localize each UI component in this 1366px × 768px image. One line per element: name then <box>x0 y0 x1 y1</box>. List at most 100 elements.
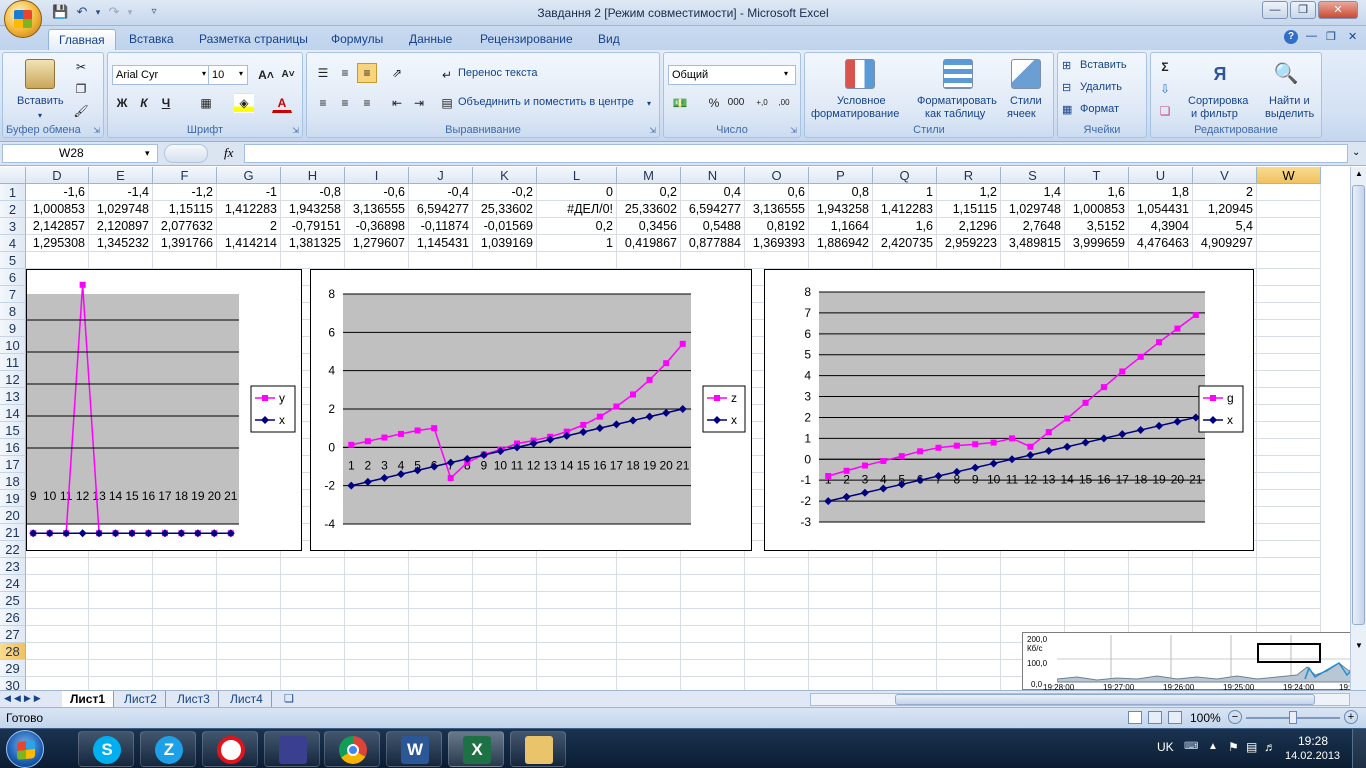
volume-icon[interactable]: ♬ <box>1264 740 1276 754</box>
cell-q23[interactable] <box>873 558 937 575</box>
cell-j23[interactable] <box>409 558 473 575</box>
cell-e5[interactable] <box>89 252 153 269</box>
cell-m5[interactable] <box>617 252 681 269</box>
cell-j3[interactable]: -0,11874 <box>409 218 473 235</box>
cell-f1[interactable]: -1,2 <box>153 184 217 201</box>
clock-date[interactable]: 14.02.2013 <box>1285 750 1340 762</box>
cell-d23[interactable] <box>26 558 89 575</box>
tab-data[interactable]: Данные <box>399 29 462 50</box>
row-header-6[interactable]: 6 <box>0 269 26 286</box>
cell-i1[interactable]: -0,6 <box>345 184 409 201</box>
cell-o26[interactable] <box>745 609 809 626</box>
cell-m29[interactable] <box>617 660 681 677</box>
cell-o4[interactable]: 1,369393 <box>745 235 809 252</box>
cell-v4[interactable]: 4,909297 <box>1193 235 1257 252</box>
cell-k1[interactable]: -0,2 <box>473 184 537 201</box>
cell-h1[interactable]: -0,8 <box>281 184 345 201</box>
keyboard-icon[interactable]: ⌨ <box>1184 741 1198 752</box>
row-header-13[interactable]: 13 <box>0 388 26 405</box>
cell-g24[interactable] <box>217 575 281 592</box>
cell-i24[interactable] <box>345 575 409 592</box>
cell-h27[interactable] <box>281 626 345 643</box>
cell-p25[interactable] <box>809 592 873 609</box>
column-header-o[interactable]: O <box>745 167 809 184</box>
tab-insert[interactable]: Вставка <box>119 29 184 50</box>
cell-s1[interactable]: 1,4 <box>1001 184 1065 201</box>
column-header-v[interactable]: V <box>1193 167 1257 184</box>
chart-y-x[interactable]: 9 10 11 12 13 14 15 16 17 18 19 20 21 y x <box>25 269 302 551</box>
cell-d5[interactable] <box>26 252 89 269</box>
cell-p1[interactable]: 0,8 <box>809 184 873 201</box>
cell-h5[interactable] <box>281 252 345 269</box>
zona-app[interactable]: Z <box>140 731 196 767</box>
cell-t26[interactable] <box>1065 609 1129 626</box>
increase-decimal-icon[interactable]: +,0 <box>752 93 772 113</box>
column-header-t[interactable]: T <box>1065 167 1129 184</box>
cell-j25[interactable] <box>409 592 473 609</box>
cell-e2[interactable]: 1,029748 <box>89 201 153 218</box>
cell-k23[interactable] <box>473 558 537 575</box>
cell-styles-label-1[interactable]: Стили <box>1010 95 1042 107</box>
cell-v26[interactable] <box>1193 609 1257 626</box>
cell-g3[interactable]: 2 <box>217 218 281 235</box>
cell-n26[interactable] <box>681 609 745 626</box>
network-icon[interactable]: ▤ <box>1246 740 1257 754</box>
zoom-out-icon[interactable]: − <box>1228 710 1242 724</box>
cell-d4[interactable]: 1,295308 <box>26 235 89 252</box>
cell-w22[interactable] <box>1257 541 1321 558</box>
cell-u5[interactable] <box>1129 252 1193 269</box>
cell-o5[interactable] <box>745 252 809 269</box>
cell-q3[interactable]: 1,6 <box>873 218 937 235</box>
cell-f28[interactable] <box>153 643 217 660</box>
align-middle-icon[interactable]: ≡ <box>335 63 355 83</box>
cell-t3[interactable]: 3,5152 <box>1065 218 1129 235</box>
cell-g5[interactable] <box>217 252 281 269</box>
cell-u3[interactable]: 4,3904 <box>1129 218 1193 235</box>
select-all-corner[interactable] <box>0 167 26 184</box>
align-center-icon[interactable]: ≡ <box>335 93 355 113</box>
cell-d27[interactable] <box>26 626 89 643</box>
cell-m26[interactable] <box>617 609 681 626</box>
row-header-14[interactable]: 14 <box>0 405 26 422</box>
shrink-font-icon[interactable]: A˅ <box>278 65 298 85</box>
horizontal-scroll-thumb[interactable] <box>895 694 1315 705</box>
close-button[interactable]: ✕ <box>1318 1 1358 19</box>
workbook-close-icon[interactable]: ✕ <box>1348 30 1357 43</box>
number-format-dropdown-icon[interactable]: ▾ <box>784 69 788 78</box>
cell-q28[interactable] <box>873 643 937 660</box>
cell-n4[interactable]: 0,877884 <box>681 235 745 252</box>
cell-s26[interactable] <box>1001 609 1065 626</box>
cell-r25[interactable] <box>937 592 1001 609</box>
cell-k4[interactable]: 1,039169 <box>473 235 537 252</box>
cell-w21[interactable] <box>1257 524 1321 541</box>
cell-d2[interactable]: 1,000853 <box>26 201 89 218</box>
zoom-in-icon[interactable]: + <box>1344 710 1358 724</box>
conditional-format-icon[interactable] <box>845 59 875 89</box>
conditional-format-label-2[interactable]: форматирование <box>811 108 899 120</box>
cell-w13[interactable] <box>1257 388 1321 405</box>
cell-k26[interactable] <box>473 609 537 626</box>
cell-m24[interactable] <box>617 575 681 592</box>
cell-j24[interactable] <box>409 575 473 592</box>
cell-w17[interactable] <box>1257 456 1321 473</box>
fill-color-icon[interactable]: ◈ <box>234 93 254 113</box>
column-header-r[interactable]: R <box>937 167 1001 184</box>
chart-z-x[interactable]: -4-2024681234567891011121314151617181920… <box>310 269 752 551</box>
cell-q4[interactable]: 2,420735 <box>873 235 937 252</box>
cell-l28[interactable] <box>537 643 617 660</box>
cell-v23[interactable] <box>1193 558 1257 575</box>
cell-w4[interactable] <box>1257 235 1321 252</box>
format-as-table-icon[interactable] <box>943 59 973 89</box>
cell-j27[interactable] <box>409 626 473 643</box>
cell-t24[interactable] <box>1065 575 1129 592</box>
row-header-18[interactable]: 18 <box>0 473 26 490</box>
bold-button[interactable]: Ж <box>112 93 132 113</box>
cell-f25[interactable] <box>153 592 217 609</box>
format-cells-button[interactable]: Формат <box>1080 103 1119 115</box>
cell-h29[interactable] <box>281 660 345 677</box>
insert-sheet-icon[interactable]: ❏ <box>284 692 294 705</box>
show-desktop-button[interactable] <box>1352 729 1366 768</box>
page-break-view-icon[interactable] <box>1168 711 1182 724</box>
column-header-e[interactable]: E <box>89 167 153 184</box>
autosum-icon[interactable]: Σ <box>1155 57 1175 77</box>
